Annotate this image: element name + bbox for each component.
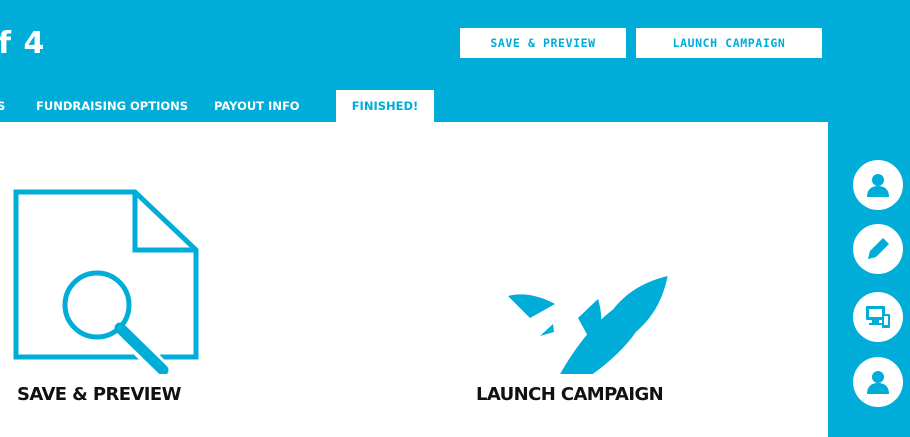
account-side-button[interactable] <box>853 357 903 407</box>
step-tabs: S FUNDRAISING OPTIONS PAYOUT INFO FINISH… <box>0 90 828 122</box>
tab-payout-info[interactable]: PAYOUT INFO <box>214 90 300 122</box>
devices-icon <box>866 306 890 328</box>
pencil-icon <box>868 238 889 259</box>
save-preview-button[interactable]: SAVE & PREVIEW <box>460 28 626 58</box>
tab-fundraising-options[interactable]: FUNDRAISING OPTIONS <box>36 90 188 122</box>
devices-side-button[interactable] <box>853 292 903 342</box>
tab-finished[interactable]: FINISHED! <box>336 90 434 122</box>
launch-campaign-label: LAUNCH CAMPAIGN <box>476 384 664 405</box>
save-preview-label: SAVE & PREVIEW <box>17 384 181 405</box>
tab-previous-step[interactable]: S <box>0 90 5 122</box>
document-magnifier-icon <box>13 189 199 374</box>
user-icon <box>867 371 889 394</box>
launch-campaign-card[interactable]: LAUNCH CAMPAIGN <box>440 122 730 437</box>
launch-campaign-button[interactable]: LAUNCH CAMPAIGN <box>636 28 822 58</box>
save-preview-card[interactable]: SAVE & PREVIEW <box>0 122 230 437</box>
step-title: f 4 <box>0 26 46 61</box>
user-profile-side-button[interactable] <box>853 160 903 210</box>
finished-panel: SAVE & PREVIEW LAUNCH CAMPAIGN <box>0 122 828 437</box>
edit-side-button[interactable] <box>853 224 903 274</box>
rocket-icon <box>508 275 668 374</box>
user-icon <box>867 174 889 197</box>
